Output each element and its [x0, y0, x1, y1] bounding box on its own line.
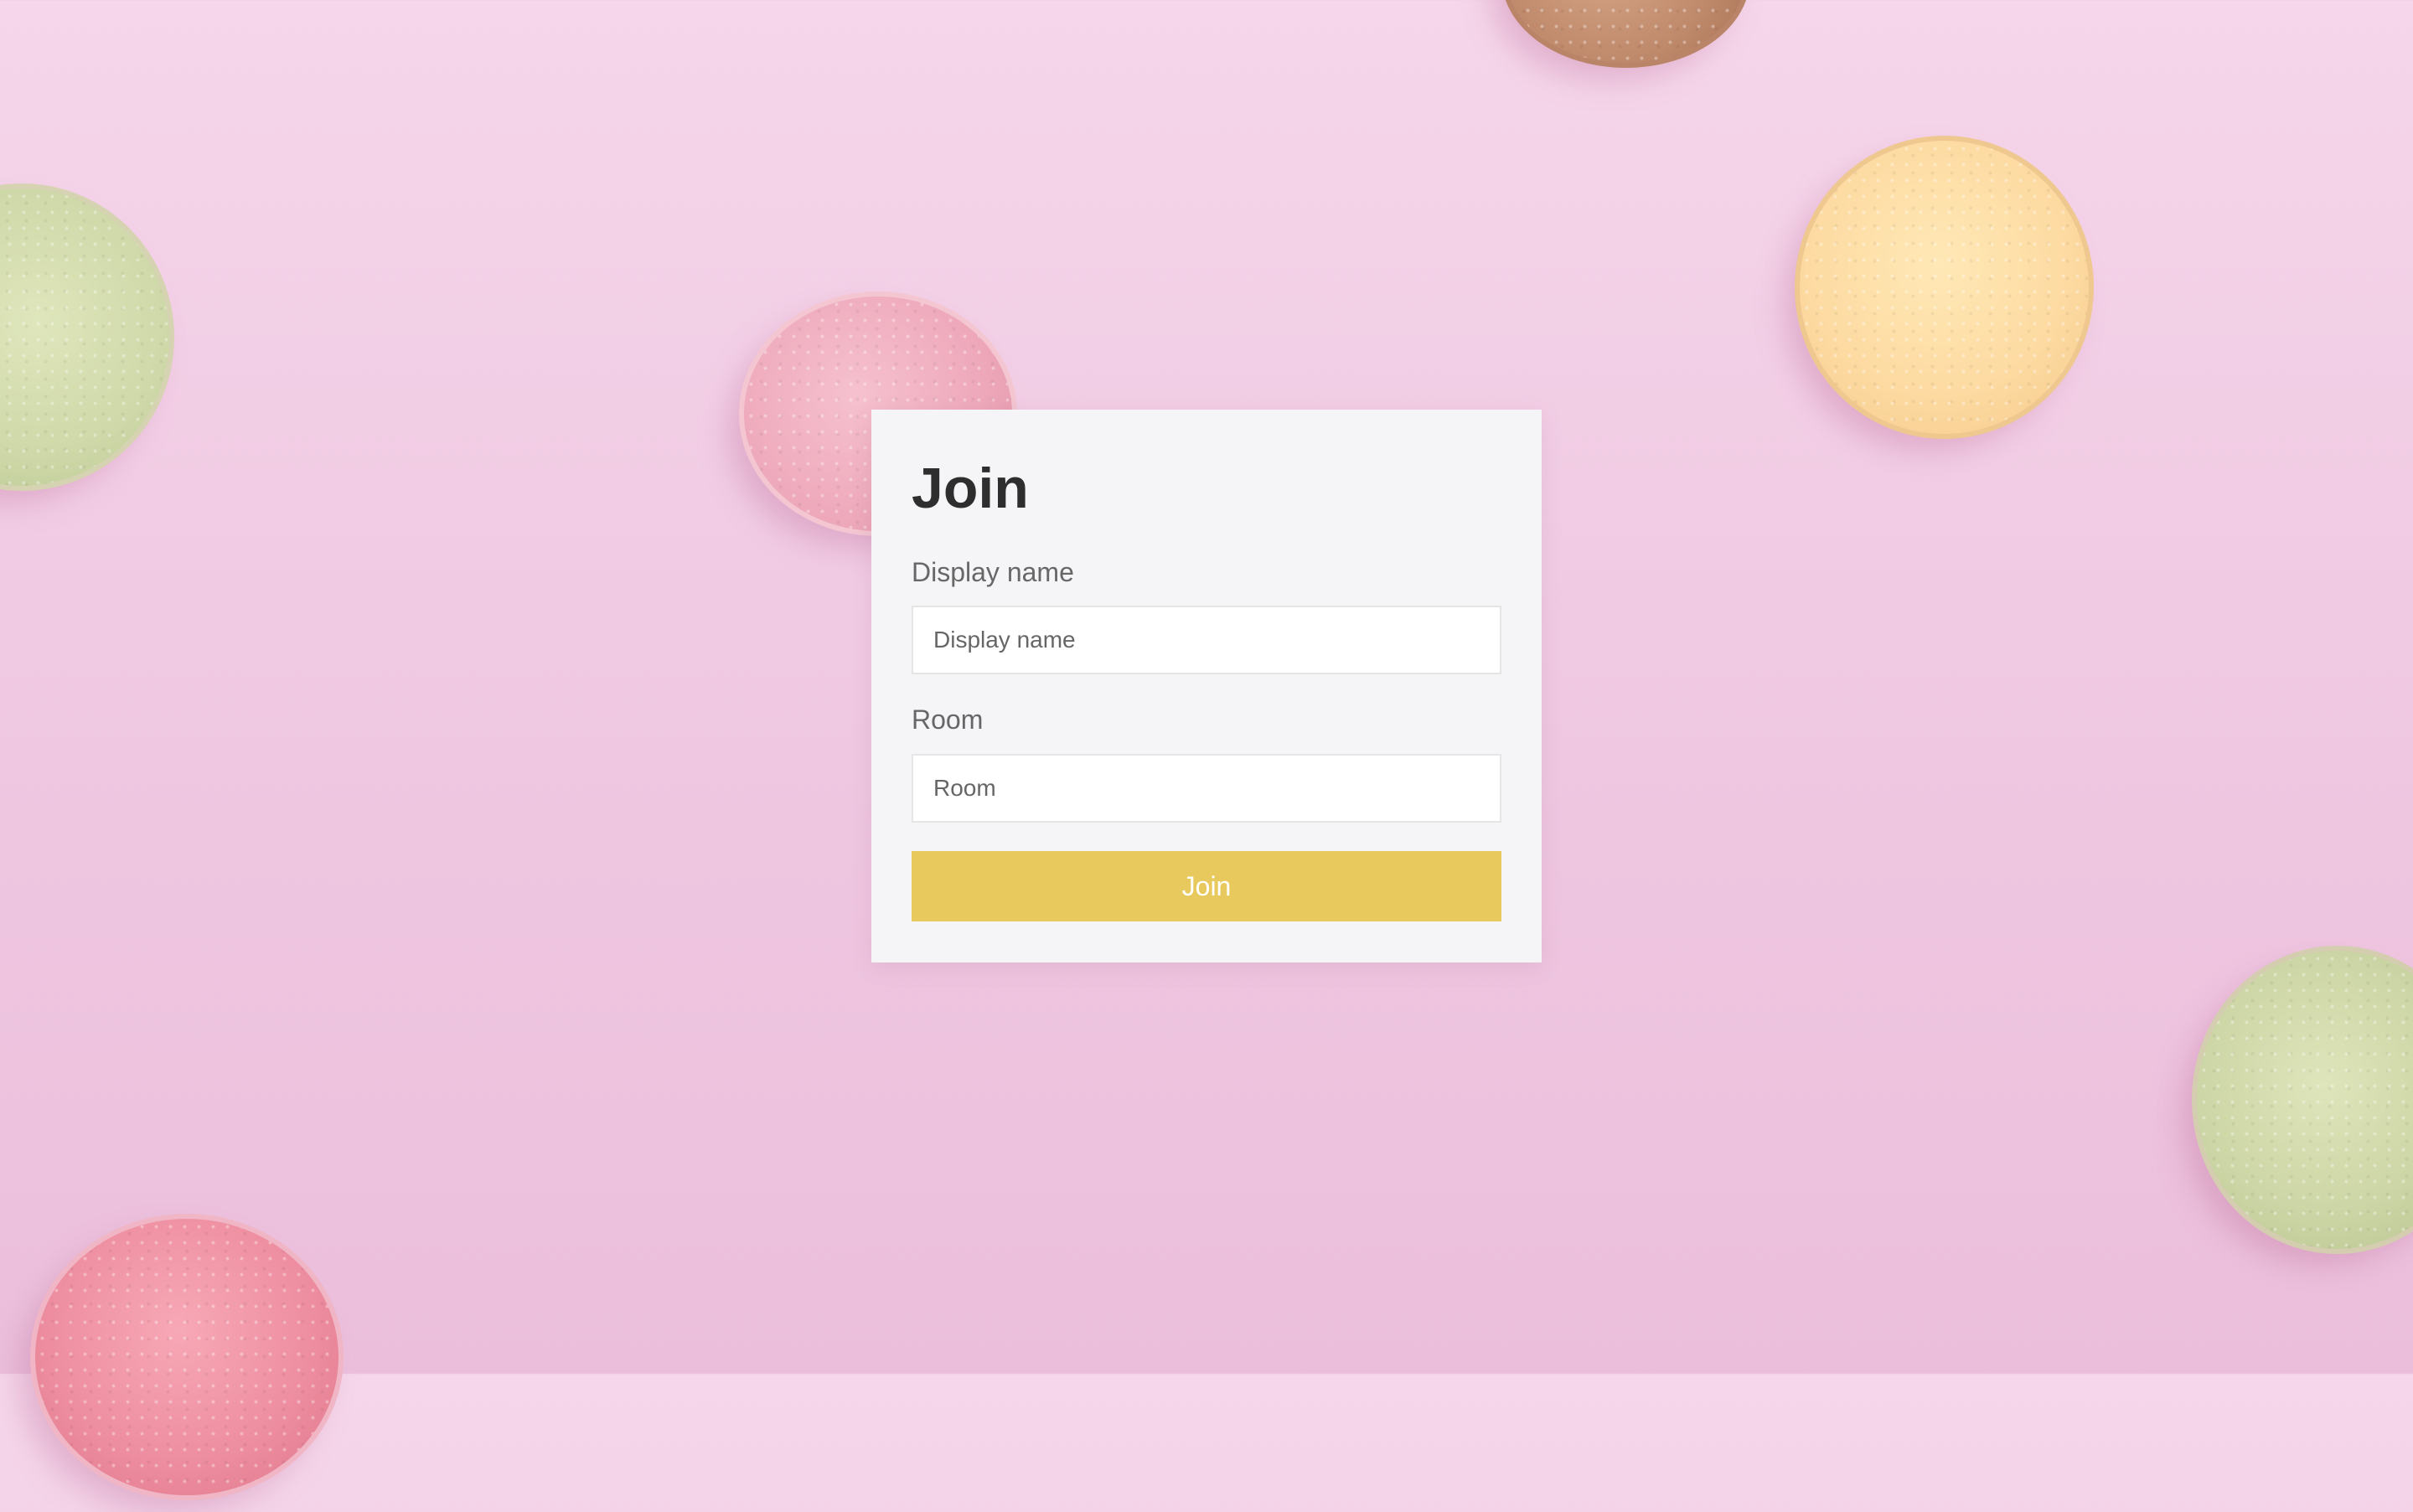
- macaron-green-image: [2182, 946, 2413, 1266]
- display-name-label: Display name: [912, 557, 1074, 587]
- macaron-brown-image: [1491, 0, 1750, 80]
- display-name-input[interactable]: [912, 606, 1501, 674]
- form-title: Join: [912, 457, 1029, 520]
- room-label: Room: [912, 704, 984, 735]
- room-input[interactable]: [912, 754, 1501, 823]
- macaron-green-image: [0, 183, 174, 503]
- join-button[interactable]: Join: [912, 851, 1501, 921]
- macaron-pink-image: [20, 1214, 344, 1512]
- macaron-yellow-image: [1785, 136, 2094, 451]
- join-form-card: Join Display name Room Join: [871, 410, 1542, 962]
